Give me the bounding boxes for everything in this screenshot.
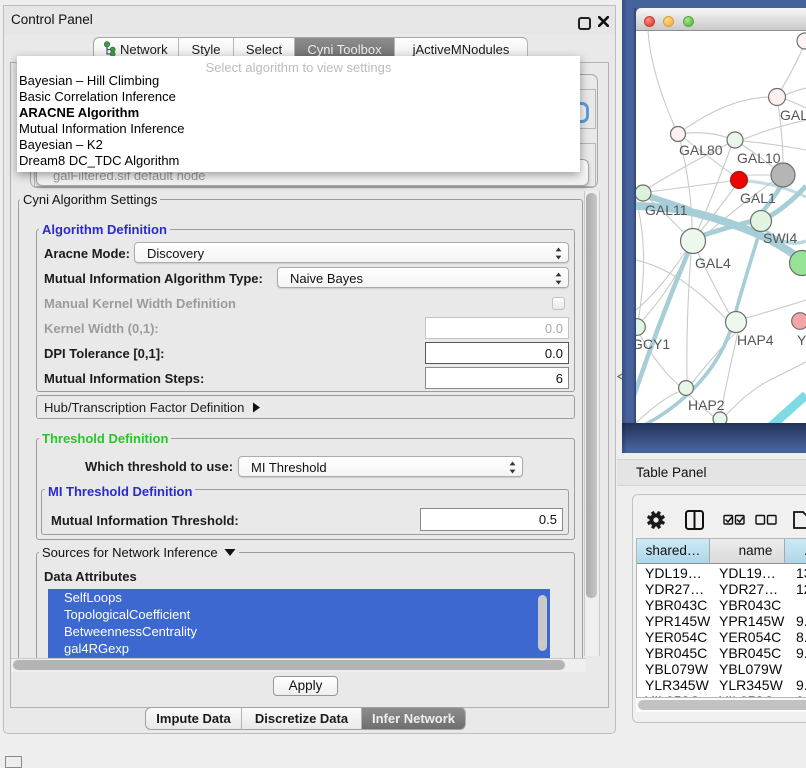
svg-text:GAL80: GAL80 xyxy=(679,142,723,158)
svg-text:YJ: YJ xyxy=(797,332,806,348)
svg-text:GAL11: GAL11 xyxy=(645,202,688,218)
svg-text:GAL10: GAL10 xyxy=(737,150,781,166)
svg-text:GCY1: GCY1 xyxy=(636,336,670,352)
svg-text:SWI4: SWI4 xyxy=(763,230,797,246)
svg-text:GAL2: GAL2 xyxy=(780,107,806,123)
svg-text:GAL4: GAL4 xyxy=(695,255,731,271)
svg-text:HAP2: HAP2 xyxy=(688,397,725,413)
svg-text:HAP4: HAP4 xyxy=(737,332,774,348)
svg-text:GAL1: GAL1 xyxy=(740,190,776,206)
